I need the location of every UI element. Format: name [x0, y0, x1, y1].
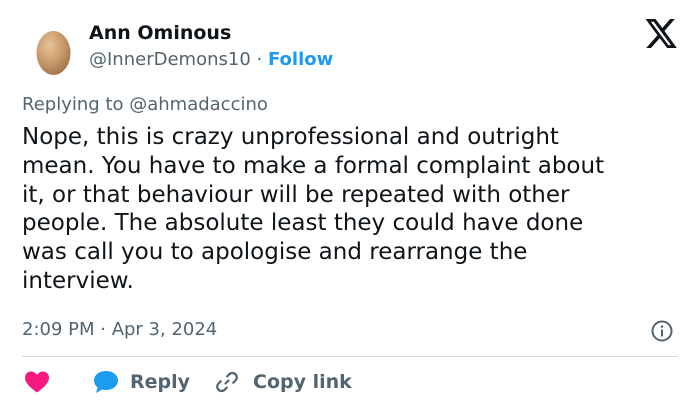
x-logo-icon[interactable]: [645, 19, 677, 48]
reply-prefix: Replying to: [22, 94, 124, 115]
handle-separator: ·: [256, 49, 263, 70]
author-handle[interactable]: @InnerDemons10: [89, 49, 251, 70]
egg-avatar[interactable]: [35, 28, 72, 76]
tweet-card: Ann Ominous @InnerDemons10 · Follow Repl…: [0, 0, 700, 410]
copy-link-label: Copy link: [253, 371, 352, 393]
reply-mention[interactable]: @ahmadaccino: [129, 94, 268, 115]
tweet-line: interview.: [22, 267, 134, 294]
author-handle-row: @InnerDemons10 · Follow: [89, 49, 333, 70]
heart-icon: [25, 371, 49, 393]
tweet-timestamp[interactable]: 2:09 PM · Apr 3, 2024: [22, 319, 217, 340]
like-button[interactable]: [24, 368, 50, 396]
tweet-line: Nope, this is crazy unprofessional and o…: [22, 124, 559, 150]
divider: [22, 356, 678, 357]
tweet-line: mean. You have to make a formal complain…: [22, 152, 605, 179]
info-icon[interactable]: [651, 320, 673, 342]
reply-context: Replying to @ahmadaccino: [22, 94, 268, 115]
author-name[interactable]: Ann Ominous: [89, 22, 231, 44]
reply-button[interactable]: Reply: [92, 368, 190, 396]
tweet-text: Nope, this is crazy unprofessional and o…: [22, 123, 682, 296]
speech-bubble-icon: [94, 371, 118, 393]
link-icon: [216, 371, 238, 393]
copy-link-button[interactable]: Copy link: [215, 368, 352, 396]
follow-button[interactable]: Follow: [268, 49, 333, 70]
tweet-line: people. The absolute least they could ha…: [22, 210, 584, 237]
tweet-line: it, or that behaviour will be repeated w…: [22, 181, 570, 208]
reply-label: Reply: [130, 371, 191, 393]
tweet-line: was call you to apologise and rearrange …: [22, 239, 528, 266]
